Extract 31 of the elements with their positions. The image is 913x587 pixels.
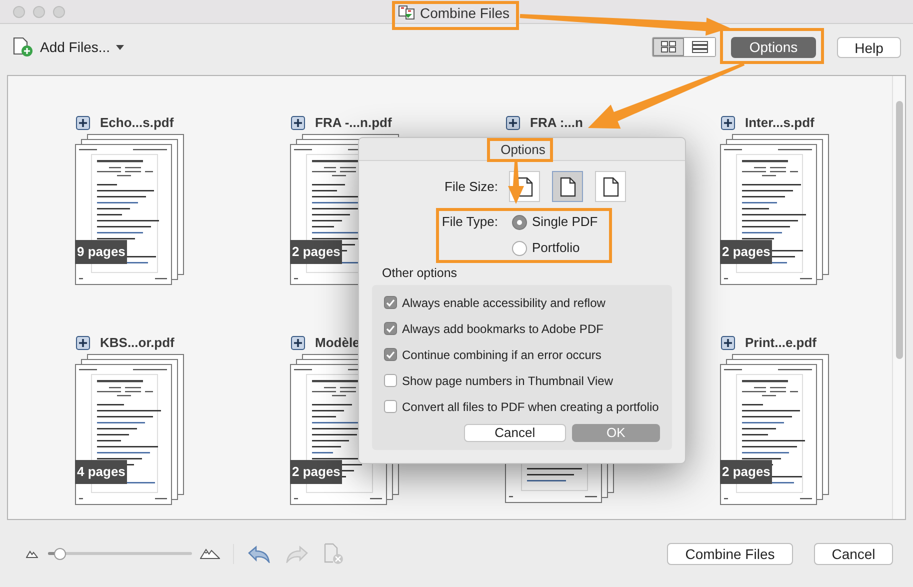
file-name: FRA :...n [530, 114, 583, 132]
page-count-badge: 2 pages [290, 460, 342, 484]
file-name: Print...e.pdf [745, 334, 816, 352]
cancel-button[interactable]: Cancel [814, 542, 893, 564]
file-type-radio[interactable]: Portfolio [512, 238, 598, 258]
dialog-title: Options [500, 142, 546, 156]
combine-files-button[interactable]: Combine Files [667, 542, 793, 564]
file-name: Echo...s.pdf [100, 114, 174, 132]
file-type-label: File Type: [440, 213, 498, 231]
file-name: Inter...s.pdf [745, 114, 814, 132]
file-type-radio[interactable]: Single PDF [512, 212, 598, 232]
page-count-badge: 2 pages [720, 460, 772, 484]
dialog-cancel-button[interactable]: Cancel [464, 424, 566, 442]
add-files-button[interactable]: Add Files... [13, 36, 124, 58]
options-button[interactable]: Options [731, 36, 816, 58]
file-name: FRA -...n.pdf [315, 114, 392, 132]
section-label: Other options [382, 265, 458, 282]
page-count-badge: 4 pages [75, 460, 128, 484]
file-name: KBS...or.pdf [100, 334, 174, 352]
option-checkbox[interactable]: Always enable accessibility and reflow [384, 290, 660, 316]
option-checkbox[interactable]: Continue combining if an error occurs [384, 342, 660, 368]
option-checkbox[interactable]: Show page numbers in Thumbnail View [384, 368, 660, 394]
window-title: Combine Files [420, 6, 510, 20]
page-count-badge: 9 pages [75, 240, 128, 264]
option-checkbox[interactable]: Convert all files to PDF when creating a portfolio [384, 394, 660, 420]
help-button[interactable]: Help [837, 36, 901, 58]
page-count-badge: 2 pages [290, 240, 342, 264]
option-checkbox[interactable]: Always add bookmarks to Adobe PDF [384, 316, 660, 342]
file-name: Modèle [315, 334, 360, 352]
page-count-badge: 2 pages [720, 240, 772, 264]
file-size-label: File Size: [444, 178, 498, 196]
